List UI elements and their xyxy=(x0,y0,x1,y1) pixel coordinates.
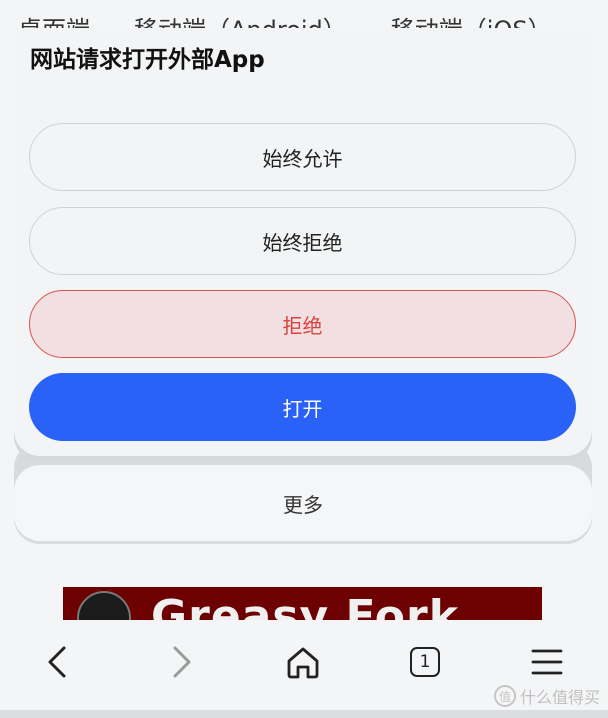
home-icon xyxy=(287,647,319,679)
bottom-gesture-strip xyxy=(0,710,608,718)
forward-button[interactable] xyxy=(154,638,208,686)
chevron-left-icon xyxy=(48,646,66,678)
open-label: 打开 xyxy=(282,396,323,421)
deny-button[interactable]: 拒绝 xyxy=(29,290,576,358)
always-deny-button[interactable]: 始终拒绝 xyxy=(29,207,576,275)
watermark-badge-icon: 值 xyxy=(493,685,516,707)
greasyfork-banner: Greasy Fork xyxy=(63,587,542,620)
back-button[interactable] xyxy=(31,638,85,686)
dialog-title: 网站请求打开外部App xyxy=(30,47,265,73)
always-allow-button[interactable]: 始终允许 xyxy=(29,123,576,191)
menu-button[interactable] xyxy=(520,638,574,686)
tabs-count-icon: 1 xyxy=(410,647,440,677)
more-button[interactable]: 更多 xyxy=(14,465,592,541)
watermark-text: 什么值得买 xyxy=(519,688,600,707)
open-button[interactable]: 打开 xyxy=(29,373,576,441)
always-allow-label: 始终允许 xyxy=(262,146,343,171)
home-button[interactable] xyxy=(276,638,330,686)
hamburger-icon xyxy=(531,649,563,675)
tabs-button[interactable]: 1 xyxy=(398,638,452,686)
watermark: 值 什么值得买 xyxy=(493,684,600,708)
more-label: 更多 xyxy=(283,492,323,517)
always-deny-label: 始终拒绝 xyxy=(262,230,343,255)
banner-title: Greasy Fork xyxy=(151,591,459,620)
greasyfork-logo-icon xyxy=(77,591,131,620)
deny-label: 拒绝 xyxy=(282,313,323,338)
tabs-count: 1 xyxy=(419,652,431,672)
chevron-right-icon xyxy=(173,646,191,678)
